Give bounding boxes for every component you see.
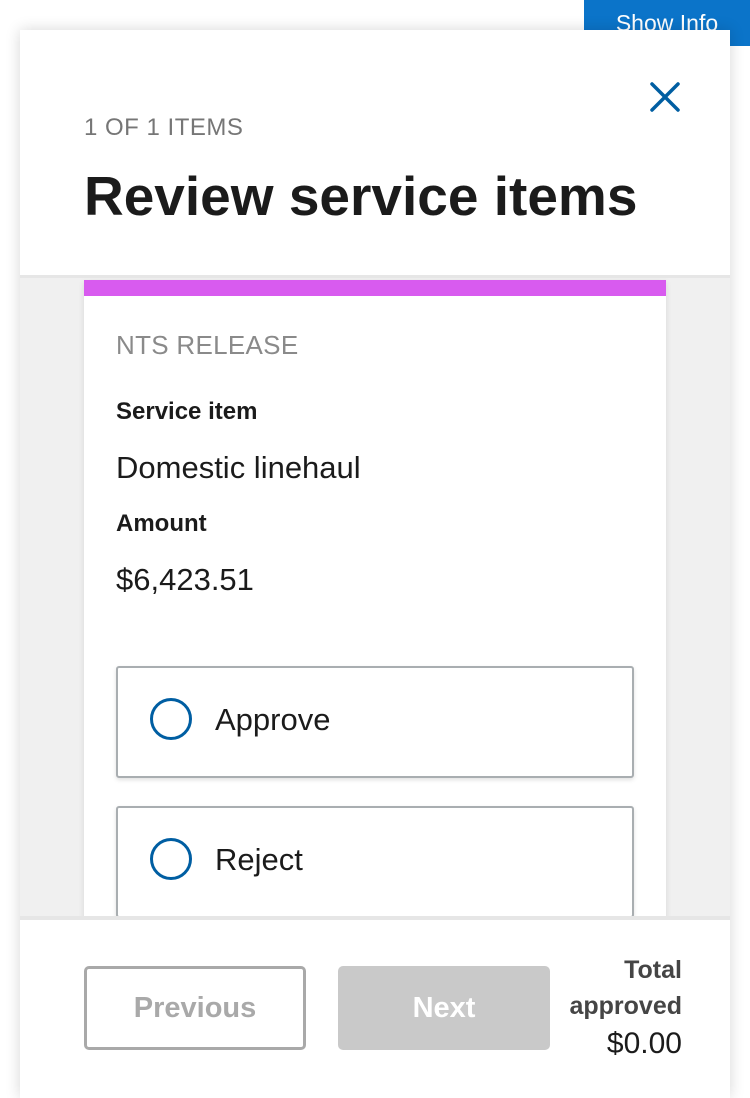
reject-radio-icon[interactable] (150, 838, 192, 880)
service-item-label: Service item (116, 398, 258, 425)
amount-value: $6,423.51 (116, 562, 254, 597)
items-counter: 1 OF 1 ITEMS (84, 114, 244, 141)
approve-radio-icon[interactable] (150, 698, 192, 740)
total-approved-value: $0.00 (606, 1027, 682, 1060)
close-icon (650, 82, 680, 112)
service-items-scroll-area[interactable]: NTS RELEASE Service item Domestic lineha… (20, 278, 730, 916)
amount-label: Amount (116, 510, 207, 537)
reject-option[interactable]: Reject (116, 806, 634, 916)
reject-label: Reject (215, 842, 303, 877)
page-title: Review service items (84, 165, 638, 227)
review-service-items-modal: 1 OF 1 ITEMS Review service items NTS RE… (20, 30, 730, 1098)
previous-button[interactable]: Previous (84, 966, 306, 1050)
total-approved-label: Total approved (569, 956, 682, 1020)
service-item-value: Domestic linehaul (116, 450, 361, 485)
service-item-card: NTS RELEASE Service item Domestic lineha… (84, 280, 666, 916)
modal-footer: Previous Next Total approved $0.00 (20, 916, 730, 1098)
next-button[interactable]: Next (338, 966, 550, 1050)
modal-header: 1 OF 1 ITEMS Review service items (20, 30, 730, 278)
total-approved: Total approved $0.00 (532, 952, 682, 1064)
close-button[interactable] (642, 74, 688, 120)
service-item-category: NTS RELEASE (116, 330, 299, 360)
card-status-bar (84, 280, 666, 296)
approve-label: Approve (215, 702, 331, 737)
approve-option[interactable]: Approve (116, 666, 634, 778)
